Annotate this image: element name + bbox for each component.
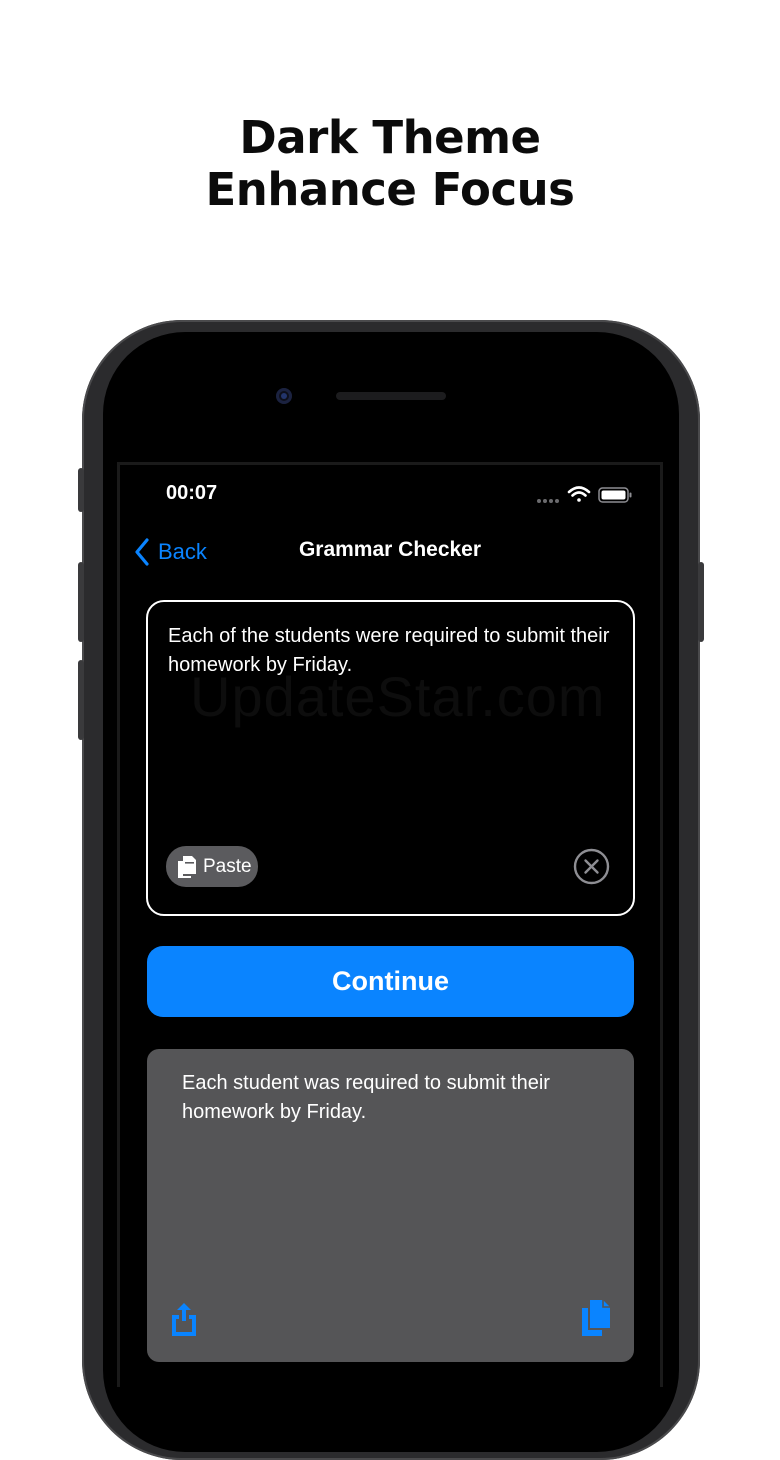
chevron-left-icon [135, 538, 149, 566]
paste-button-label: Paste [203, 855, 252, 877]
clear-icon[interactable] [573, 848, 610, 885]
share-icon[interactable] [170, 1302, 198, 1336]
promo-headline: Dark Theme Enhance Focus [0, 112, 780, 216]
promo-headline-line1: Dark Theme [239, 111, 541, 164]
page-title: Grammar Checker [298, 538, 482, 561]
result-text: Each student was required to submit thei… [182, 1072, 550, 1123]
phone-volume-up [78, 562, 84, 642]
back-button[interactable]: Back [134, 536, 207, 568]
signal-dots-icon [537, 499, 559, 503]
phone-power-button [698, 562, 704, 642]
continue-button[interactable]: Continue [147, 946, 634, 1017]
wifi-icon [567, 486, 591, 502]
earpiece-speaker [336, 392, 446, 400]
status-time: 00:07 [166, 482, 218, 504]
status-icons [536, 484, 636, 506]
back-button-label: Back [158, 539, 207, 564]
paste-button[interactable]: Paste [166, 846, 258, 887]
phone-volume-down [78, 660, 84, 740]
phone-mute-switch [78, 468, 84, 512]
front-camera [276, 388, 292, 404]
promo-headline-line2: Enhance Focus [205, 163, 575, 216]
input-text[interactable]: Each of the students were required to su… [168, 622, 618, 680]
paste-icon [178, 855, 196, 878]
battery-icon [598, 487, 632, 503]
copy-icon[interactable] [580, 1298, 612, 1338]
